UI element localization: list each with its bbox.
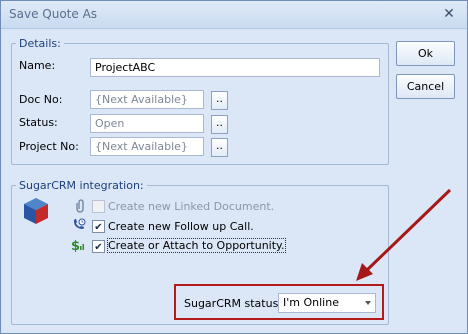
chevron-down-icon: [365, 301, 371, 305]
follow-up-call-checkbox[interactable]: [92, 220, 105, 233]
name-label: Name:: [19, 59, 56, 72]
follow-up-call-label: Create new Follow up Call.: [108, 220, 254, 233]
linked-document-label: Create new Linked Document.: [108, 200, 275, 213]
close-icon[interactable]: ✕: [441, 6, 457, 22]
doc-no-browse-button[interactable]: ..: [211, 91, 228, 110]
cancel-button[interactable]: Cancel: [396, 74, 455, 99]
sugarcrm-legend: SugarCRM integration:: [19, 179, 144, 192]
doc-no-label: Doc No:: [19, 93, 63, 106]
save-quote-dialog: Save Quote As ✕ Details: Name: ProjectAB…: [0, 0, 468, 334]
sugarcrm-status-highlight: SugarCRM status: I'm Online: [174, 284, 384, 320]
dollar-icon: $: [71, 239, 84, 252]
sugarcrm-status-value: I'm Online: [283, 296, 339, 309]
project-no-input[interactable]: {Next Available}: [90, 137, 204, 156]
phone-clock-icon: [74, 218, 86, 229]
linked-document-checkbox[interactable]: [92, 200, 105, 213]
opportunity-checkbox[interactable]: [92, 240, 105, 253]
ok-button[interactable]: Ok: [396, 41, 455, 66]
ok-button-label: Ok: [417, 47, 434, 60]
sugarcrm-status-label: SugarCRM status:: [184, 297, 283, 310]
project-no-label: Project No:: [19, 140, 79, 153]
sugarcrm-status-dropdown[interactable]: I'm Online: [278, 293, 376, 313]
cancel-button-label: Cancel: [406, 80, 445, 93]
project-no-browse-button[interactable]: ..: [211, 138, 228, 157]
status-browse-button[interactable]: ..: [211, 115, 228, 134]
svg-text:$: $: [71, 239, 80, 252]
title-bar: Save Quote As ✕: [1, 1, 467, 29]
details-legend: Details:: [19, 37, 61, 50]
opportunity-label: Create or Attach to Opportunity.: [107, 238, 286, 253]
window-title: Save Quote As: [9, 7, 98, 21]
name-input[interactable]: ProjectABC: [90, 58, 380, 77]
sugarcrm-cube-icon: [24, 198, 48, 224]
status-label: Status:: [19, 116, 58, 129]
doc-no-input[interactable]: {Next Available}: [90, 90, 204, 109]
status-input[interactable]: Open: [90, 114, 204, 133]
paperclip-icon: [76, 199, 84, 213]
dialog-body: Details: Name: ProjectABC Doc No: {Next …: [2, 30, 466, 332]
